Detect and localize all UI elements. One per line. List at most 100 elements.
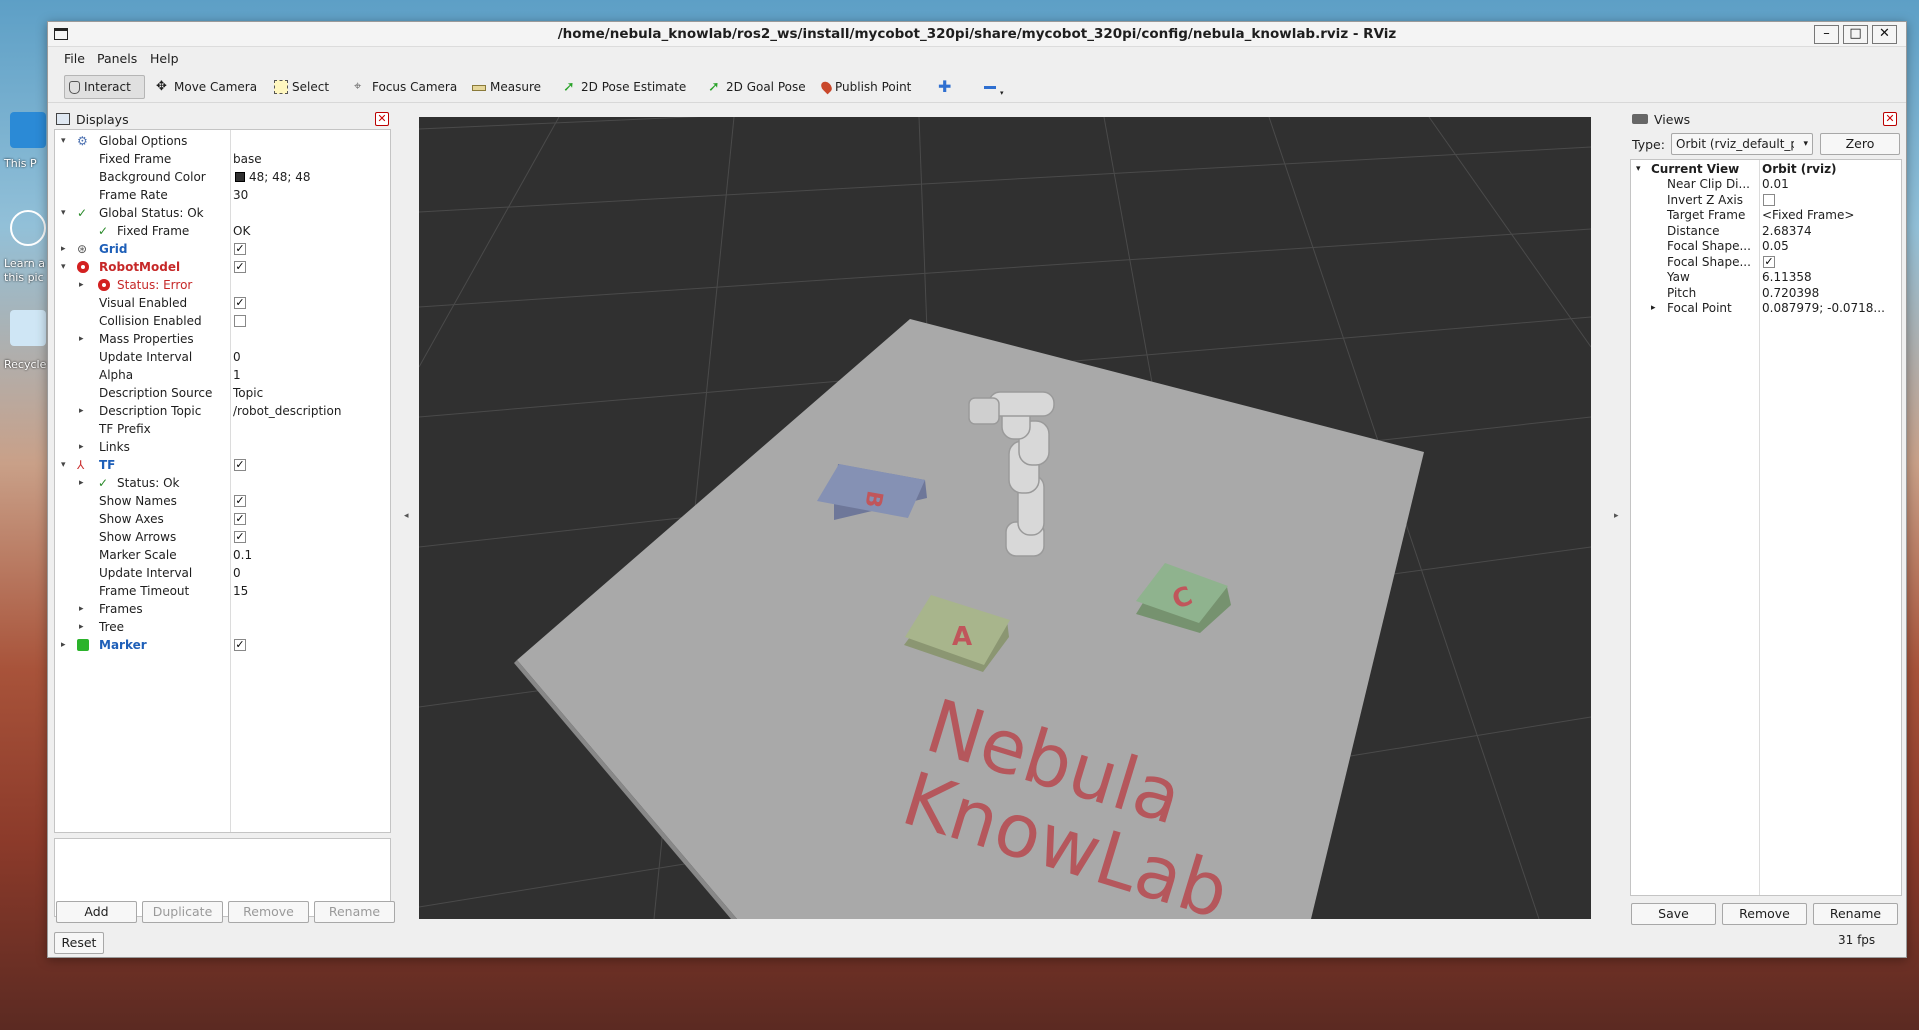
view-prop-row[interactable]: Yaw 6.11358	[1631, 270, 1901, 285]
expand-arrow-icon[interactable]: ▾	[61, 258, 66, 276]
current-view-row[interactable]: ▾ Current View Orbit (rviz)	[1631, 162, 1901, 177]
reset-button[interactable]: Reset	[54, 932, 104, 954]
view-prop-value[interactable]: 0.05	[1762, 239, 1789, 254]
display-row[interactable]: ▾ RobotModel ✓	[55, 258, 390, 276]
display-row[interactable]: ▾ ✓ Global Status: Ok	[55, 204, 390, 222]
view-type-select[interactable]: Orbit (rviz_default_plugins) ▾	[1671, 133, 1813, 155]
display-row[interactable]: Show Arrows ✓	[55, 528, 390, 546]
enable-checkbox[interactable]: ✓	[234, 459, 246, 471]
view-prop-value[interactable]: 0.01	[1762, 177, 1789, 192]
menu-help[interactable]: Help	[150, 51, 179, 66]
zero-button[interactable]: Zero	[1820, 133, 1900, 155]
display-row[interactable]: ▸ Marker ✓	[55, 636, 390, 654]
expand-arrow-icon[interactable]: ▸	[79, 618, 84, 636]
publish-point-tool[interactable]: Publish Point	[818, 75, 915, 99]
rename-view-button[interactable]: Rename	[1813, 903, 1898, 925]
expand-arrow-icon[interactable]: ▾	[61, 204, 66, 222]
pose-estimate-tool[interactable]: ➚ 2D Pose Estimate	[559, 75, 690, 99]
display-row-value[interactable]: 1	[233, 366, 241, 384]
display-row[interactable]: Collision Enabled	[55, 312, 390, 330]
display-row-value[interactable]: Topic	[233, 384, 263, 402]
display-row[interactable]: Visual Enabled ✓	[55, 294, 390, 312]
view-prop-value[interactable]: <Fixed Frame>	[1762, 208, 1854, 223]
view-prop-value[interactable]: 6.11358	[1762, 270, 1812, 285]
view-prop-row[interactable]: Focal Shape... ✓	[1631, 255, 1901, 270]
display-row[interactable]: ▸ Mass Properties	[55, 330, 390, 348]
view-prop-row[interactable]: Target Frame <Fixed Frame>	[1631, 208, 1901, 223]
rename-display-button[interactable]: Rename	[314, 901, 395, 923]
display-row-value[interactable]: 0.1	[233, 546, 252, 564]
display-row-value[interactable]: 0	[233, 348, 241, 366]
display-row-value[interactable]: base	[233, 150, 262, 168]
view-prop-value[interactable]: 0.087979; -0.0718...	[1762, 301, 1885, 316]
expand-arrow-icon[interactable]: ▸	[79, 330, 84, 348]
measure-tool[interactable]: Measure	[468, 75, 545, 99]
view-prop-row[interactable]: Invert Z Axis	[1631, 193, 1901, 208]
move-camera-tool[interactable]: ✥ Move Camera	[152, 75, 261, 99]
expand-arrow-icon[interactable]: ▸	[79, 474, 84, 492]
enable-checkbox[interactable]: ✓	[234, 243, 246, 255]
view-prop-value[interactable]: 2.68374	[1762, 224, 1812, 239]
enable-checkbox[interactable]	[234, 315, 246, 327]
display-row[interactable]: ▸ Status: Error	[55, 276, 390, 294]
display-row-value[interactable]: /robot_description	[233, 402, 341, 420]
display-row-value[interactable]: 0	[233, 564, 241, 582]
display-row[interactable]: Marker Scale 0.1	[55, 546, 390, 564]
display-row[interactable]: Background Color 48; 48; 48	[55, 168, 390, 186]
enable-checkbox[interactable]: ✓	[234, 531, 246, 543]
view-prop-value[interactable]: 0.720398	[1762, 286, 1819, 301]
collapse-right-arrow[interactable]: ▸	[1614, 511, 1619, 521]
display-row-value[interactable]: 30	[233, 186, 248, 204]
enable-checkbox[interactable]: ✓	[234, 297, 246, 309]
display-row[interactable]: Frame Rate 30	[55, 186, 390, 204]
expand-arrow-icon[interactable]: ▾	[61, 456, 66, 474]
view-checkbox[interactable]	[1763, 193, 1775, 206]
expand-arrow-icon[interactable]: ▸	[79, 276, 84, 294]
view-prop-row[interactable]: Pitch 0.720398	[1631, 286, 1901, 301]
display-row[interactable]: ▾ ⅄ TF ✓	[55, 456, 390, 474]
display-row[interactable]: ▸ Frames	[55, 600, 390, 618]
minimize-button[interactable]: –	[1814, 25, 1839, 44]
view-prop-row[interactable]: Near Clip Di... 0.01	[1631, 177, 1901, 192]
display-row[interactable]: TF Prefix	[55, 420, 390, 438]
display-row[interactable]: Frame Timeout 15	[55, 582, 390, 600]
this-pc-icon[interactable]	[10, 112, 46, 148]
views-close-button[interactable]: ✕	[1883, 112, 1897, 126]
enable-checkbox[interactable]: ✓	[234, 261, 246, 273]
view-prop-row[interactable]: Distance 2.68374	[1631, 224, 1901, 239]
expand-arrow-icon[interactable]: ▸	[61, 240, 66, 258]
view-checkbox[interactable]: ✓	[1763, 255, 1775, 268]
display-row-value[interactable]: OK	[233, 222, 250, 240]
remove-display-button[interactable]: Remove	[228, 901, 309, 923]
display-row[interactable]: Update Interval 0	[55, 564, 390, 582]
view-prop-row[interactable]: Focal Shape... 0.05	[1631, 239, 1901, 254]
display-row[interactable]: Alpha 1	[55, 366, 390, 384]
displays-close-button[interactable]: ✕	[375, 112, 389, 126]
view-prop-row[interactable]: ▸ Focal Point 0.087979; -0.0718...	[1631, 301, 1901, 316]
enable-checkbox[interactable]: ✓	[234, 639, 246, 651]
camera-icon[interactable]	[10, 210, 46, 246]
display-row[interactable]: ▸ Links	[55, 438, 390, 456]
goal-pose-tool[interactable]: ➚ 2D Goal Pose	[704, 75, 810, 99]
close-button[interactable]: ✕	[1872, 25, 1897, 44]
display-row[interactable]: Show Names ✓	[55, 492, 390, 510]
remove-tool-button[interactable]: ▾	[980, 75, 1008, 99]
display-row[interactable]: Update Interval 0	[55, 348, 390, 366]
views-header[interactable]: Views	[1632, 109, 1862, 129]
menu-file[interactable]: File	[64, 51, 85, 66]
expand-arrow-icon[interactable]: ▸	[1651, 301, 1656, 316]
expand-arrow-icon[interactable]: ▾	[61, 132, 66, 150]
display-row[interactable]: Show Axes ✓	[55, 510, 390, 528]
focus-camera-tool[interactable]: ⌖ Focus Camera	[350, 75, 461, 99]
display-row[interactable]: Fixed Frame base	[55, 150, 390, 168]
maximize-button[interactable]: □	[1843, 25, 1868, 44]
enable-checkbox[interactable]: ✓	[234, 513, 246, 525]
expand-arrow-icon[interactable]: ▸	[61, 636, 66, 654]
display-row-value[interactable]: 48; 48; 48	[249, 168, 311, 186]
render-viewport[interactable]: B A C Nebula KnowLab	[419, 117, 1591, 919]
display-row[interactable]: ▾ ⚙ Global Options	[55, 132, 390, 150]
duplicate-button[interactable]: Duplicate	[142, 901, 223, 923]
color-swatch[interactable]	[235, 172, 245, 182]
title-bar[interactable]: /home/nebula_knowlab/ros2_ws/install/myc…	[48, 22, 1906, 47]
select-tool[interactable]: Select	[270, 75, 333, 99]
